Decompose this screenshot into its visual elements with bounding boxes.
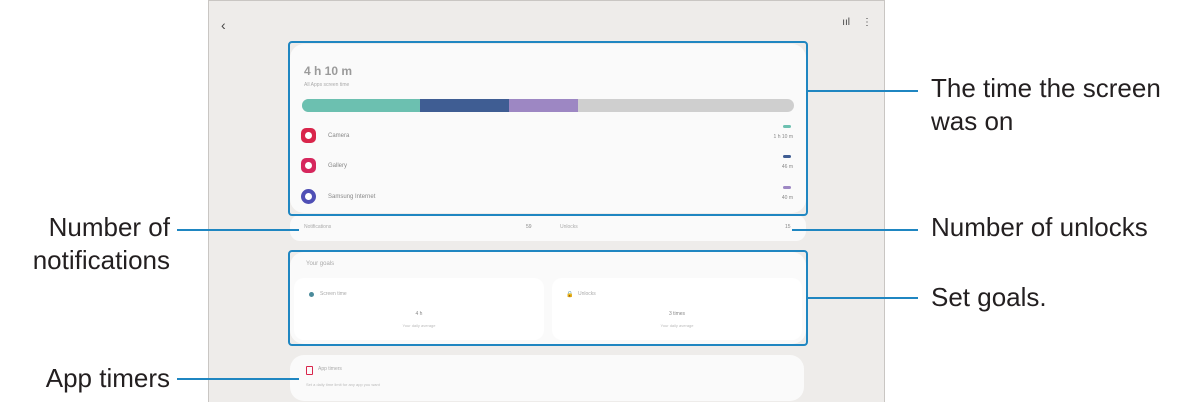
app-timers-subtitle: Set a daily time limit for any app you w…	[306, 382, 380, 387]
unlocks-leader	[792, 229, 918, 231]
screen-time-highlight	[288, 41, 808, 216]
counts-card	[290, 215, 806, 241]
hourglass-icon	[306, 366, 313, 375]
more-vert-icon[interactable]: ⋮	[862, 17, 872, 28]
screen-time-leader	[808, 90, 918, 92]
unlocks-label: Unlocks	[560, 224, 578, 230]
notifications-value: 59	[526, 224, 532, 230]
notifications-label: Notifications	[304, 224, 332, 230]
callout-goals: Set goals.	[931, 282, 1047, 312]
goals-leader	[808, 297, 918, 299]
goals-highlight	[288, 250, 808, 346]
callout-screen-on: The time the screen was on	[931, 73, 1161, 136]
chart-icon[interactable]: ııl	[842, 17, 850, 28]
callout-app-timers: App timers	[45, 363, 170, 393]
app-timers-leader	[177, 378, 299, 380]
chevron-left-icon[interactable]: ‹	[221, 17, 226, 33]
callout-unlocks: Number of unlocks	[931, 212, 1148, 242]
app-timers-card[interactable]	[290, 355, 804, 401]
app-timers-title: App timers	[318, 366, 342, 372]
top-right-icons: ııl ⋮	[842, 17, 872, 28]
notifications-leader	[177, 229, 299, 231]
callout-notifications: Number of notifications	[32, 212, 170, 275]
unlocks-value: 15	[785, 224, 791, 230]
